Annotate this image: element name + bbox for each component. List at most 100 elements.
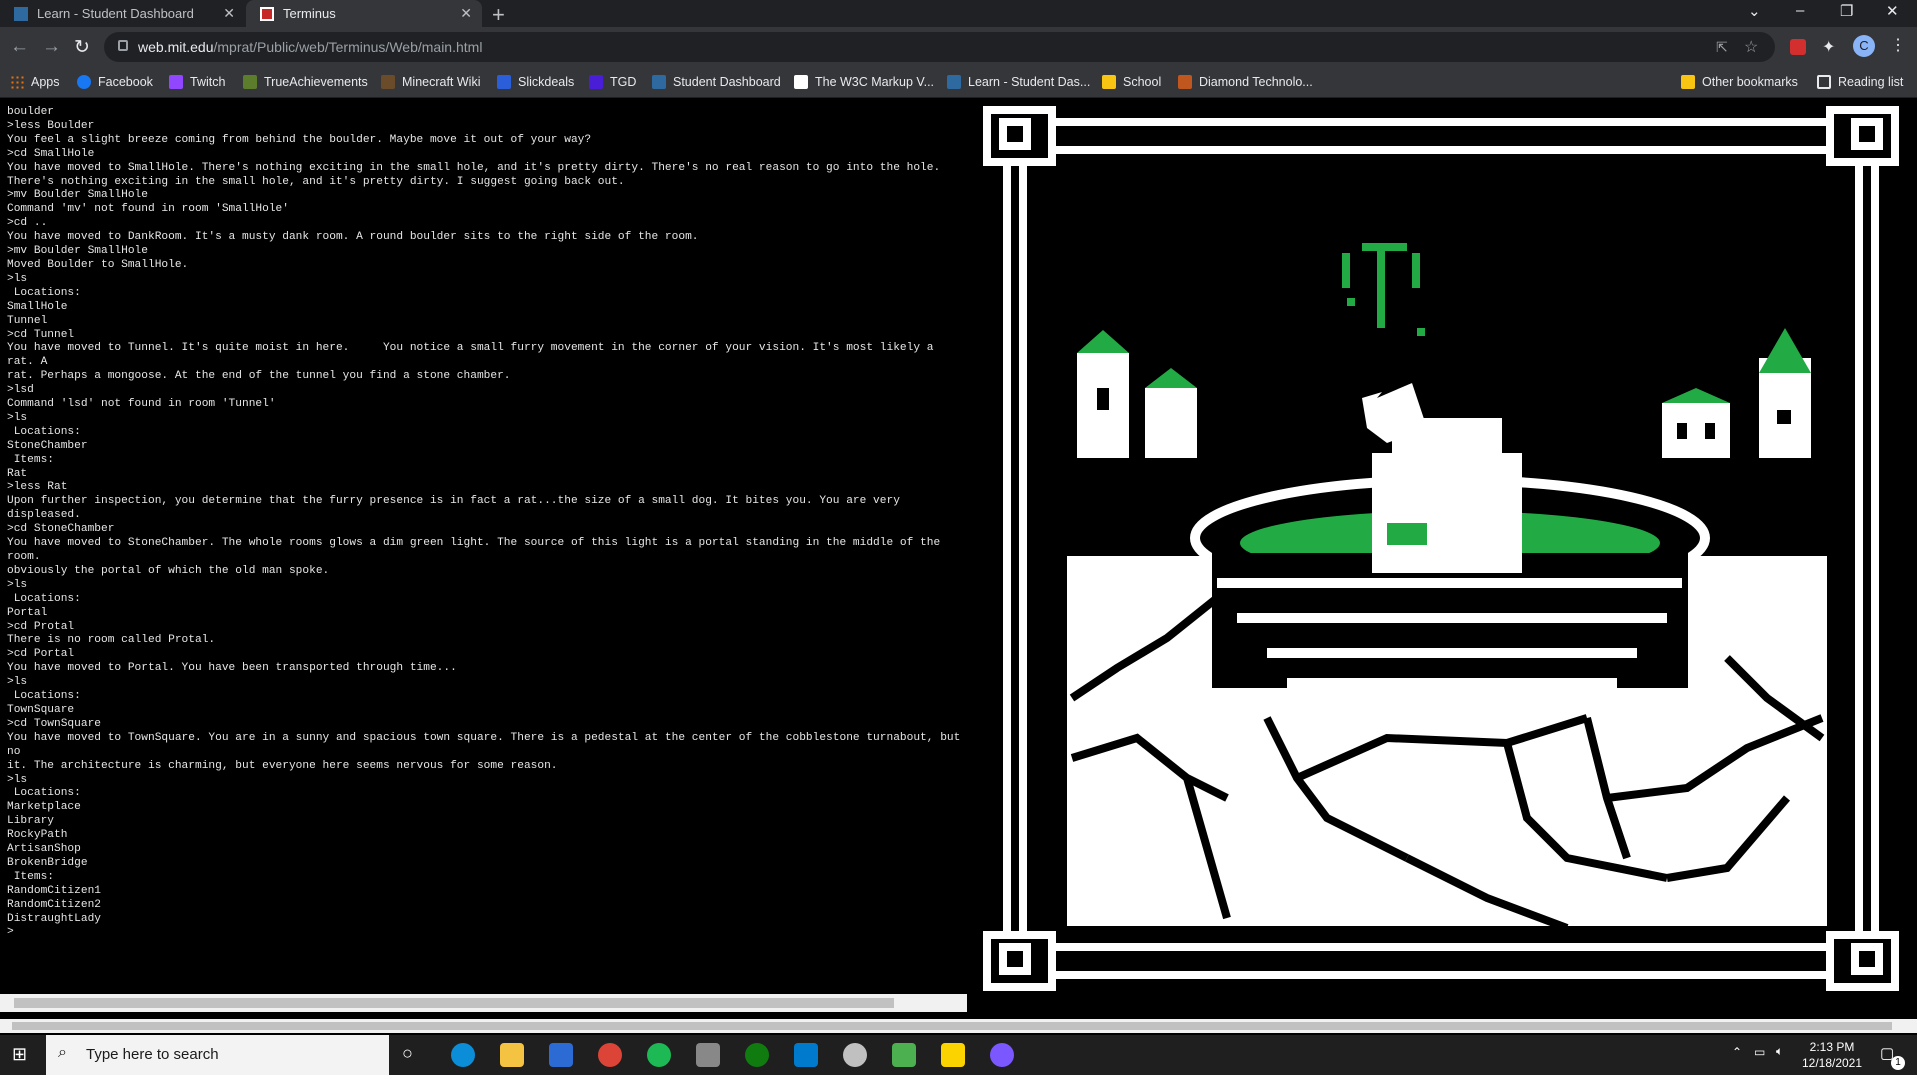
close-tab-icon[interactable]: ✕	[223, 5, 235, 22]
terminal-output-line: You have moved to SmallHole. There's not…	[7, 161, 941, 174]
paint-icon[interactable]	[843, 1043, 867, 1067]
terminal-output-line: You have moved to Portal. You have been …	[7, 662, 457, 675]
water-spray	[1342, 243, 1425, 336]
folder-icon	[1102, 75, 1116, 89]
bookmarks-bar: Apps Facebook Twitch TrueAchievements Mi…	[0, 68, 1917, 98]
dashboard-icon	[652, 75, 666, 89]
bookmark-minecraft-wiki[interactable]: Minecraft Wiki	[381, 75, 480, 89]
apps-grid-icon	[10, 75, 24, 89]
close-tab-icon[interactable]: ✕	[460, 5, 472, 22]
terminal-output-line: Locations:	[7, 690, 81, 703]
sticky-notes-icon[interactable]	[941, 1043, 965, 1067]
terminal-output-line: BrokenBridge	[7, 856, 88, 869]
twitch-icon	[169, 75, 183, 89]
terminal-output-line: StoneChamber	[7, 439, 88, 452]
close-window-icon[interactable]: ✕	[1886, 2, 1899, 20]
vscode-icon[interactable]	[794, 1043, 818, 1067]
bookmark-w3c[interactable]: The W3C Markup V...	[794, 75, 934, 89]
tgd-icon	[589, 75, 603, 89]
stack-icon[interactable]	[696, 1043, 720, 1067]
clock-time: 2:13 PM	[1809, 1040, 1855, 1054]
terminal-horizontal-scrollbar[interactable]	[0, 994, 967, 1012]
terminal-command-line: >ls	[7, 272, 28, 285]
address-bar[interactable]: web.mit.edu/mprat/Public/web/Terminus/We…	[104, 32, 1775, 62]
tab-search-chevron-icon[interactable]: ⌄	[1748, 2, 1761, 20]
fountain	[1190, 243, 1710, 688]
terminal-output-line: Library	[7, 815, 54, 828]
terminal-output-line: There is no room called Protal.	[7, 634, 216, 647]
back-arrow-icon[interactable]: ←	[10, 36, 29, 58]
terminal-output-line: ArtisanShop	[7, 843, 81, 856]
store-icon[interactable]	[549, 1043, 573, 1067]
terminal-output-line: Locations:	[7, 425, 81, 438]
terminal-output[interactable]: boulder >less Boulder You feel a slight br…	[0, 98, 967, 994]
clock[interactable]: 2:13 PM 12/18/2021	[1796, 1039, 1868, 1071]
bookmark-label: Learn - Student Das...	[968, 75, 1091, 89]
bookmark-learn-dashboard[interactable]: Learn - Student Das...	[947, 75, 1090, 89]
bookmark-star-icon[interactable]: ☆	[1744, 37, 1760, 56]
bookmark-apps[interactable]: Apps	[10, 75, 60, 89]
terminal-command-line: >ls	[7, 578, 28, 591]
share-icon[interactable]: ⇱	[1716, 39, 1732, 55]
menu-kebab-icon[interactable]: ⋮	[1890, 35, 1906, 54]
lock-icon	[118, 40, 128, 51]
taskbar-search[interactable]: ⌕ Type here to search	[46, 1035, 389, 1075]
bookmark-facebook[interactable]: Facebook	[77, 75, 153, 89]
bookmark-tgd[interactable]: TGD	[589, 75, 636, 89]
messenger-icon[interactable]	[990, 1043, 1014, 1067]
page-horizontal-scrollbar[interactable]	[0, 1019, 1917, 1033]
bookmark-trueachievements[interactable]: TrueAchievements	[243, 75, 368, 89]
tab-terminus[interactable]: Terminus ✕	[246, 0, 482, 27]
reading-list[interactable]: Reading list	[1817, 75, 1903, 89]
reload-icon[interactable]: ↻	[74, 36, 90, 59]
restore-icon[interactable]: ❐	[1840, 2, 1853, 20]
cortana-icon[interactable]: ○	[402, 1043, 413, 1064]
terminal-command-line: >cd StoneChamber	[7, 523, 115, 536]
forward-arrow-icon[interactable]: →	[42, 36, 61, 58]
bookmark-school[interactable]: School	[1102, 75, 1161, 89]
terminal-command-line: >cd SmallHole	[7, 147, 95, 160]
bookmark-slickdeals[interactable]: Slickdeals	[497, 75, 574, 89]
dashboard-icon	[947, 75, 961, 89]
scrollbar-thumb[interactable]	[14, 998, 894, 1008]
xbox-icon[interactable]	[745, 1043, 769, 1067]
terminal-command-line: >lsd	[7, 384, 34, 397]
terminus-favicon-icon	[260, 6, 274, 21]
browser-toolbar: ← → ↻ web.mit.edu/mprat/Public/web/Termi…	[0, 27, 1917, 68]
search-icon: ⌕	[58, 1044, 67, 1061]
profile-avatar[interactable]: C	[1853, 35, 1875, 57]
app-icon[interactable]	[892, 1043, 916, 1067]
terminal-output-line: Items:	[7, 870, 55, 883]
extension-icon[interactable]	[1790, 39, 1806, 55]
volume-icon[interactable]: 🔈︎	[1776, 1044, 1783, 1059]
terminal-command-line: >cd Protal	[7, 620, 75, 633]
minecraft-icon	[381, 75, 395, 89]
bookmark-label: The W3C Markup V...	[815, 75, 935, 89]
spotify-icon[interactable]	[647, 1043, 671, 1067]
terminal-command-line: >mv Boulder SmallHole	[7, 245, 148, 258]
terminal-output-line: Moved Boulder to SmallHole.	[7, 258, 189, 271]
tray-chevron-icon[interactable]: ⌃	[1732, 1045, 1742, 1059]
facebook-icon	[77, 75, 91, 89]
chrome-icon[interactable]	[598, 1043, 622, 1067]
bookmark-twitch[interactable]: Twitch	[169, 75, 225, 89]
puzzle-extensions-icon[interactable]: ✦	[1822, 37, 1838, 56]
new-tab-icon[interactable]: +	[492, 2, 505, 28]
bookmark-other[interactable]: Other bookmarks	[1681, 75, 1798, 89]
terminal-output-line: Items:	[7, 453, 55, 466]
terminal-command-line: >mv Boulder SmallHole	[7, 189, 148, 202]
tab-learn-dashboard[interactable]: Learn - Student Dashboard ✕	[0, 0, 245, 27]
bookmark-label: Apps	[31, 75, 60, 89]
minimize-icon[interactable]: –	[1796, 2, 1804, 19]
bookmark-student-dashboard[interactable]: Student Dashboard	[652, 75, 781, 89]
terminal-output-line: Tunnel	[7, 314, 48, 327]
bookmark-diamond[interactable]: Diamond Technolo...	[1178, 75, 1313, 89]
windows-start-icon[interactable]: ⊞	[12, 1044, 27, 1065]
terminal-output-line: Portal	[7, 606, 48, 619]
terminal-command-line: >cd TownSquare	[7, 717, 101, 730]
network-icon[interactable]: ▭	[1754, 1045, 1765, 1059]
scrollbar-thumb[interactable]	[12, 1022, 1892, 1030]
terminal-command-line: >ls	[7, 676, 28, 689]
edge-icon[interactable]	[451, 1043, 475, 1067]
file-explorer-icon[interactable]	[500, 1043, 524, 1067]
